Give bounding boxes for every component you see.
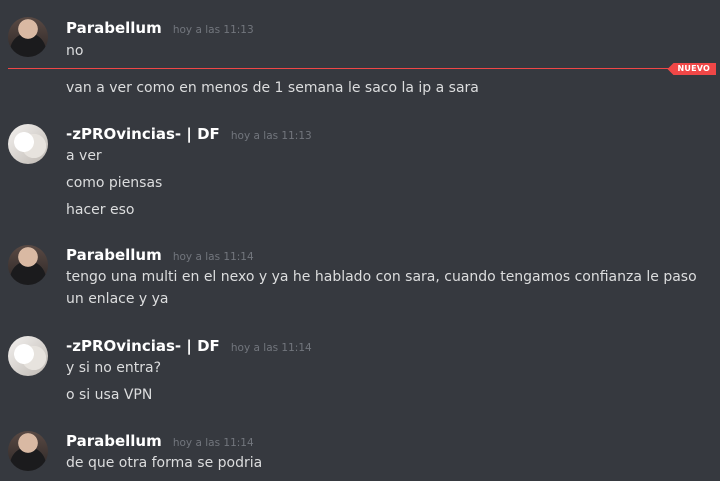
username[interactable]: Parabellum (66, 19, 162, 37)
username[interactable]: -zPROvincias- | DF (66, 337, 220, 355)
message-text: no (66, 43, 84, 59)
timestamp[interactable]: hoy a las 11:13 (231, 130, 312, 142)
message-text: tengo una multi en el nexo y ya he habla… (66, 269, 697, 307)
message-header: Parabellum hoy a las 11:14 (66, 431, 254, 451)
message-header: -zPROvincias- | DF hoy a las 11:13 (66, 124, 312, 144)
username[interactable]: Parabellum (66, 246, 162, 264)
message-text: de que otra forma se podria (66, 455, 263, 471)
chat-messages: Parabellum hoy a las 11:13 no NUEVO van … (0, 0, 720, 481)
message-header: Parabellum hoy a las 11:13 (66, 18, 254, 38)
timestamp[interactable]: hoy a las 11:14 (231, 342, 312, 354)
avatar[interactable] (8, 124, 48, 164)
avatar[interactable] (8, 17, 48, 57)
username[interactable]: -zPROvincias- | DF (66, 125, 220, 143)
message-text: o si usa VPN (66, 387, 153, 403)
message-header: -zPROvincias- | DF hoy a las 11:14 (66, 336, 312, 356)
username[interactable]: Parabellum (66, 432, 162, 450)
timestamp[interactable]: hoy a las 11:14 (173, 437, 254, 449)
timestamp[interactable]: hoy a las 11:13 (173, 24, 254, 36)
avatar[interactable] (8, 336, 48, 376)
new-messages-divider (8, 68, 676, 69)
avatar[interactable] (8, 431, 48, 471)
timestamp[interactable]: hoy a las 11:14 (173, 251, 254, 263)
message-text: como piensas (66, 175, 163, 191)
message-text: a ver (66, 148, 102, 164)
message-text: van a ver como en menos de 1 semana le s… (66, 80, 479, 96)
avatar[interactable] (8, 245, 48, 285)
message-header: Parabellum hoy a las 11:14 (66, 245, 254, 265)
message-text: hacer eso (66, 202, 135, 218)
message-text: y si no entra? (66, 360, 161, 376)
new-messages-badge: NUEVO (667, 63, 716, 75)
